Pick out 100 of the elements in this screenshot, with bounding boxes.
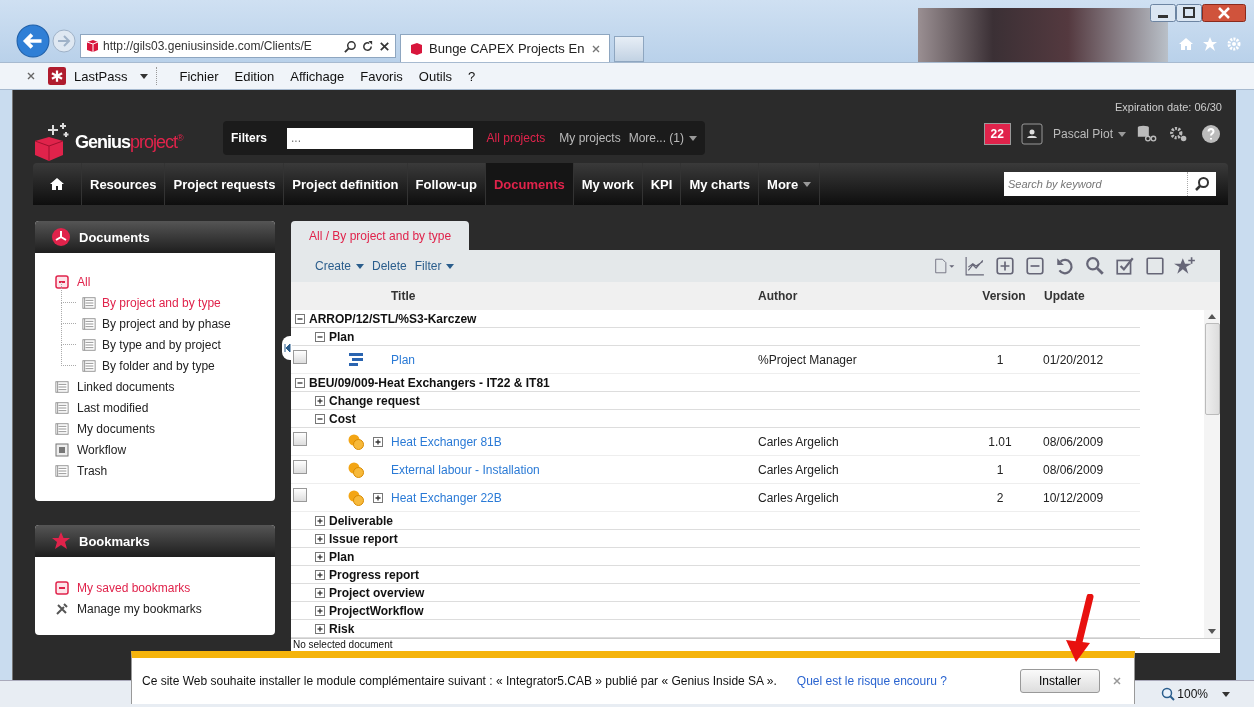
user-icon[interactable]	[1020, 123, 1043, 145]
collapse-handle[interactable]	[282, 336, 292, 360]
nav-tab[interactable]: Documents	[485, 163, 574, 205]
column-header[interactable]: Title	[291, 289, 758, 303]
expand-toggle[interactable]	[315, 331, 325, 342]
tree-item[interactable]: My documents	[77, 421, 156, 436]
nav-tab[interactable]: Follow-up	[407, 163, 486, 205]
nav-tab[interactable]: Project definition	[284, 163, 408, 205]
lastpass-button[interactable]: LastPass	[48, 67, 158, 85]
row-checkbox[interactable]	[293, 431, 307, 446]
group-title[interactable]: Risk	[329, 621, 355, 636]
expand-toggle[interactable]	[315, 587, 325, 598]
tree-item[interactable]: Linked documents	[77, 379, 175, 394]
group-title[interactable]: Progress report	[329, 567, 420, 582]
more-filters-dropdown[interactable]: More... (1)	[628, 131, 697, 145]
document-link[interactable]: Heat Exchanger 22B	[391, 490, 502, 505]
toolbar-button[interactable]: Create	[315, 259, 365, 273]
column-header[interactable]: Update	[1044, 289, 1085, 303]
checkbox-empty-icon[interactable]	[1144, 256, 1166, 276]
tree-item[interactable]: By project and by type	[102, 295, 221, 310]
expand-toggle[interactable]	[295, 313, 305, 324]
menu-item[interactable]: ?	[460, 68, 484, 84]
expand-toggle[interactable]	[295, 377, 305, 388]
database-icon[interactable]	[1136, 124, 1158, 144]
nav-tab[interactable]: Project requests	[165, 163, 285, 205]
nav-tab[interactable]: My charts	[681, 163, 760, 205]
star-icon[interactable]	[1202, 36, 1218, 52]
group-title[interactable]: Change request	[329, 393, 420, 408]
group-title[interactable]: Plan	[329, 329, 355, 344]
keyword-search-field[interactable]: Search by keyword	[1004, 172, 1216, 196]
refresh-icon[interactable]	[361, 39, 374, 53]
expand-toggle[interactable]	[315, 623, 325, 634]
expand-toggle[interactable]	[315, 605, 325, 616]
search-icon[interactable]	[1194, 176, 1210, 192]
expand-toggle[interactable]	[315, 413, 325, 424]
group-title[interactable]: Plan	[329, 549, 355, 564]
scrollbar[interactable]	[1204, 310, 1220, 638]
back-button[interactable]	[16, 24, 50, 58]
help-icon[interactable]	[1200, 124, 1222, 144]
tree-item[interactable]: By type and by project	[102, 337, 221, 352]
tree-item[interactable]: By folder and by type	[102, 358, 215, 373]
tree-item[interactable]: By project and by phase	[102, 316, 231, 331]
bookmark-item[interactable]: My saved bookmarks	[77, 580, 191, 595]
group-title[interactable]: BEU/09/009-Heat Exchangers - IT22 & IT81	[309, 375, 550, 390]
star-plus-icon[interactable]	[1174, 256, 1196, 276]
row-checkbox[interactable]	[293, 349, 307, 364]
menu-item[interactable]: Fichier	[171, 68, 227, 84]
document-link[interactable]: External labour - Installation	[391, 462, 540, 477]
tree-item[interactable]: Trash	[77, 463, 108, 478]
notification-count[interactable]: 22	[983, 123, 1011, 145]
group-title[interactable]: ProjectWorkflow	[329, 603, 424, 618]
menu-item[interactable]: Outils	[410, 68, 461, 84]
scroll-down-icon[interactable]	[1208, 629, 1216, 634]
nav-tab[interactable]: My work	[573, 163, 643, 205]
group-title[interactable]: Deliverable	[329, 513, 394, 528]
project-filter-link[interactable]: My projects	[559, 131, 621, 145]
tree-item[interactable]: Workflow	[77, 442, 127, 457]
scroll-up-icon[interactable]	[1208, 314, 1216, 319]
row-checkbox[interactable]	[293, 487, 307, 502]
new-document-icon[interactable]	[934, 256, 956, 276]
minimize-button[interactable]	[1150, 4, 1176, 22]
nav-tab[interactable]: Resources	[82, 163, 166, 205]
install-button[interactable]: Installer	[1020, 669, 1100, 693]
expand-toggle[interactable]	[315, 515, 325, 526]
toolbar-button[interactable]: Filter	[414, 259, 455, 273]
view-tab[interactable]: All / By project and by type	[291, 221, 470, 250]
address-bar[interactable]: http://gils03.geniusinside.com/Clients/E	[80, 34, 396, 58]
chart-icon[interactable]	[964, 256, 986, 276]
group-title[interactable]: Project overview	[329, 585, 425, 600]
document-link[interactable]: Plan	[391, 352, 416, 367]
menu-item[interactable]: Edition	[226, 68, 283, 84]
tree-item[interactable]: Last modified	[77, 400, 149, 415]
bookmark-item[interactable]: Manage my bookmarks	[77, 601, 202, 616]
expand-toggle[interactable]	[373, 436, 383, 447]
filter-input[interactable]: ...	[287, 127, 473, 149]
expand-all-icon[interactable]	[994, 256, 1016, 276]
group-title[interactable]: ARROP/12/STL/%S3-Karczew	[309, 311, 477, 326]
maximize-button[interactable]	[1176, 4, 1202, 22]
risk-link[interactable]: Quel est le risque encouru ?	[796, 674, 947, 688]
browser-tab[interactable]: Bunge CAPEX Projects En	[400, 34, 610, 62]
close-icon[interactable]	[378, 39, 391, 53]
group-title[interactable]: Issue report	[329, 531, 398, 546]
expand-toggle[interactable]	[315, 569, 325, 580]
tree-item[interactable]: All	[77, 274, 91, 289]
column-header[interactable]: Author	[758, 289, 964, 303]
menu-item[interactable]: Favoris	[352, 68, 411, 84]
column-header[interactable]: Version	[964, 289, 1044, 303]
user-menu[interactable]: Pascal Piot	[1052, 127, 1126, 141]
checkbox-checked-icon[interactable]	[1114, 256, 1136, 276]
collapse-all-icon[interactable]	[1024, 256, 1046, 276]
search-icon[interactable]	[344, 39, 357, 53]
group-title[interactable]: Cost	[329, 411, 356, 426]
expand-toggle[interactable]	[315, 395, 325, 406]
collapse-icon[interactable]	[55, 274, 69, 289]
document-link[interactable]: Heat Exchanger 81B	[391, 434, 502, 449]
undo-icon[interactable]	[1054, 256, 1076, 276]
expand-toggle[interactable]	[373, 492, 383, 503]
close-button[interactable]	[1202, 4, 1246, 22]
project-filter-link[interactable]: All projects	[486, 131, 546, 145]
expand-toggle[interactable]	[315, 551, 325, 562]
